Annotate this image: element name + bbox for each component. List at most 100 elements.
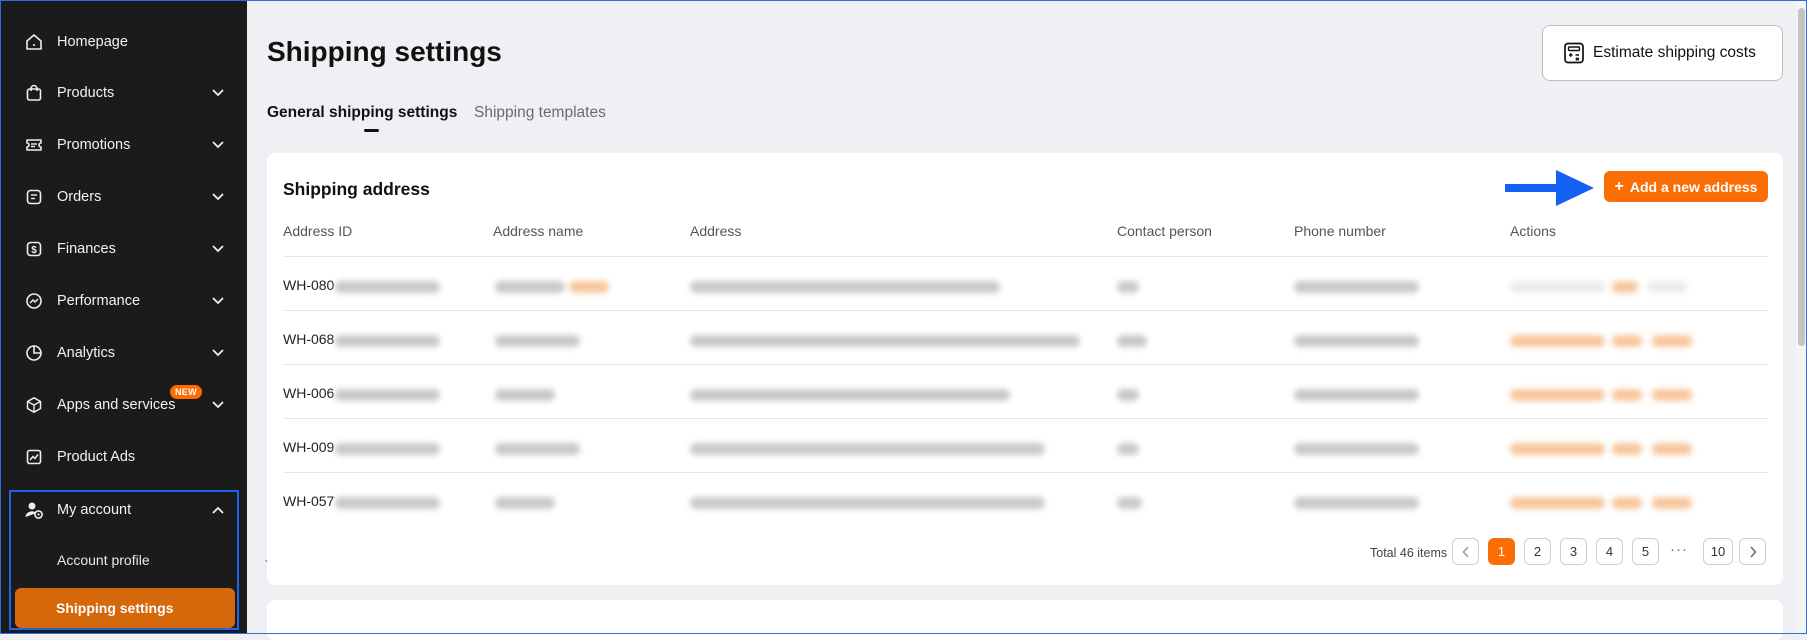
redacted-action[interactable] — [1647, 281, 1687, 293]
column-header-actions: Actions — [1510, 223, 1556, 239]
pagination-prev-button[interactable] — [1452, 538, 1479, 565]
table-header-divider — [283, 256, 1768, 257]
redacted-cell — [569, 281, 609, 293]
redacted-cell — [495, 443, 580, 455]
redacted-action[interactable] — [1612, 281, 1638, 293]
sidebar-item-products[interactable]: Products — [0, 67, 247, 119]
address-id-cell: WH-080 — [283, 277, 335, 293]
sidebar-item-apps-and-services[interactable]: Apps and services NEW — [0, 379, 247, 431]
redacted-cell — [1117, 443, 1139, 455]
redacted-cell — [1117, 281, 1139, 293]
redacted-cell — [495, 497, 555, 509]
pagination-page-1[interactable]: 1 — [1488, 538, 1515, 565]
tab-general-shipping-settings[interactable]: General shipping settings — [267, 104, 457, 122]
add-new-address-button[interactable]: + Add a new address — [1604, 171, 1768, 202]
sidebar-item-finances[interactable]: $ Finances — [0, 223, 247, 275]
column-header-address: Address — [690, 223, 742, 239]
page-scrollbar-thumb[interactable] — [1798, 8, 1805, 346]
estimate-shipping-costs-button[interactable]: Estimate shipping costs — [1542, 25, 1783, 81]
redacted-action[interactable] — [1612, 389, 1642, 401]
pagination-page-2[interactable]: 2 — [1524, 538, 1551, 565]
column-header-address-id: Address ID — [283, 223, 353, 239]
chevron-right-icon — [1749, 545, 1757, 558]
redacted-cell — [690, 443, 1045, 455]
chevron-down-icon — [211, 190, 225, 204]
sidebar-item-performance[interactable]: Performance — [0, 275, 247, 327]
redacted-action[interactable] — [1510, 497, 1605, 509]
chevron-down-icon — [211, 294, 225, 308]
page-title: Shipping settings — [267, 36, 502, 67]
address-id-cell: WH-006 — [283, 385, 335, 401]
sidebar-item-product-ads[interactable]: Product Ads — [0, 431, 247, 483]
redacted-action[interactable] — [1652, 443, 1692, 455]
redacted-action[interactable] — [1612, 443, 1642, 455]
pagination-page-4[interactable]: 4 — [1596, 538, 1623, 565]
chevron-up-icon — [211, 503, 225, 517]
redacted-cell — [495, 389, 555, 401]
row-divider — [283, 418, 1768, 419]
shipping-address-card: Shipping address + Add a new address Add… — [267, 153, 1783, 585]
redacted-action[interactable] — [1510, 335, 1605, 347]
redacted-action[interactable] — [1510, 389, 1605, 401]
redacted-cell — [690, 335, 1080, 347]
sidebar-item-label: Promotions — [57, 137, 131, 153]
redacted-cell — [335, 281, 440, 293]
redacted-action[interactable] — [1612, 497, 1642, 509]
redacted-action[interactable] — [1510, 443, 1605, 455]
column-header-contact-person: Contact person — [1117, 223, 1212, 239]
redacted-cell — [1117, 389, 1139, 401]
redacted-action[interactable] — [1612, 335, 1642, 347]
pagination-ellipsis[interactable]: ··· — [1670, 541, 1688, 558]
sidebar-item-label: Analytics — [57, 345, 116, 361]
sidebar-item-my-account[interactable]: My account — [0, 484, 247, 536]
sidebar-item-label: Products — [57, 85, 115, 101]
sidebar-subitem-account-profile[interactable]: Account profile — [57, 552, 150, 568]
calculator-icon — [1564, 42, 1584, 64]
plus-icon: + — [1614, 177, 1624, 195]
pagination-next-button[interactable] — [1739, 538, 1766, 565]
new-badge: NEW — [170, 385, 202, 399]
row-divider — [283, 364, 1768, 365]
sidebar-item-label: Homepage — [57, 34, 128, 50]
column-header-address-name: Address name — [493, 223, 584, 239]
redacted-cell — [1294, 443, 1419, 455]
redacted-action[interactable] — [1510, 281, 1605, 293]
address-id-cell: WH-057 — [283, 493, 335, 509]
sidebar: Homepage Products Promotions Orders $ Fi… — [0, 0, 247, 634]
chevron-down-icon — [211, 346, 225, 360]
sidebar-item-analytics[interactable]: Analytics — [0, 327, 247, 379]
sidebar-item-label: Orders — [57, 189, 102, 205]
ticket-icon — [24, 135, 44, 155]
pagination-page-3[interactable]: 3 — [1560, 538, 1587, 565]
section-title: Shipping address — [283, 179, 430, 199]
redacted-action[interactable] — [1652, 389, 1692, 401]
redacted-cell — [1294, 281, 1419, 293]
redacted-cell — [495, 281, 565, 293]
redacted-cell — [690, 497, 1045, 509]
redacted-cell — [335, 443, 440, 455]
sidebar-subitem-label: Shipping settings — [56, 600, 174, 616]
sidebar-item-label: My account — [57, 502, 132, 518]
trend-icon — [24, 291, 44, 311]
cube-icon — [24, 395, 44, 415]
redacted-cell — [335, 497, 440, 509]
address-id-cell: WH-068 — [283, 331, 335, 347]
redacted-cell — [690, 389, 1010, 401]
redacted-action[interactable] — [1652, 335, 1692, 347]
pagination-page-5[interactable]: 5 — [1632, 538, 1659, 565]
sidebar-item-orders[interactable]: Orders — [0, 171, 247, 223]
user-gear-icon — [24, 500, 44, 520]
pagination-total: Total 46 items — [1370, 546, 1448, 560]
sidebar-item-homepage[interactable]: Homepage — [0, 16, 247, 68]
home-icon — [24, 32, 44, 52]
redacted-action[interactable] — [1652, 497, 1692, 509]
chevron-left-icon — [1461, 545, 1469, 558]
row-divider — [283, 310, 1768, 311]
tab-shipping-templates[interactable]: Shipping templates — [474, 104, 606, 122]
redacted-cell — [335, 335, 440, 347]
sidebar-subitem-shipping-settings[interactable]: Shipping settings — [15, 588, 235, 628]
estimate-button-label: Estimate shipping costs — [1593, 44, 1756, 61]
pagination-page-10[interactable]: 10 — [1703, 538, 1733, 565]
sidebar-item-promotions[interactable]: Promotions — [0, 119, 247, 171]
order-icon — [24, 187, 44, 207]
